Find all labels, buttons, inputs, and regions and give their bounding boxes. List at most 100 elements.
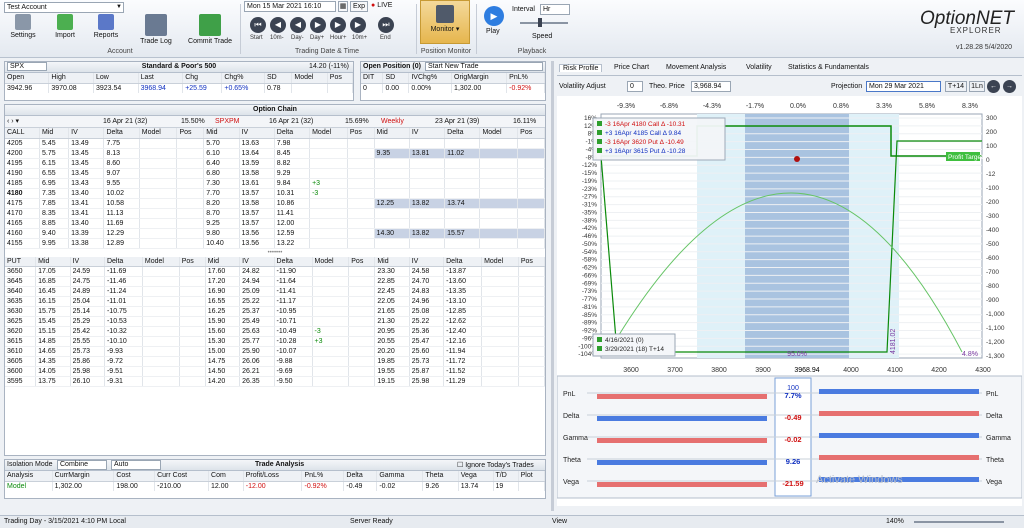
cell: [309, 138, 348, 149]
vol-adjust-label: Volatility Adjust: [559, 83, 606, 90]
cell: [479, 148, 519, 159]
fwd-10m-button[interactable]: ▶: [350, 17, 366, 33]
tab-volatility[interactable]: Volatility: [743, 64, 775, 71]
table-row[interactable]: 4185 6.95 13.43 9.55 7.30 13.61 9.84 +3: [5, 178, 545, 189]
auto-select[interactable]: Auto: [111, 460, 161, 470]
tab-price-chart[interactable]: Price Chart: [611, 64, 652, 71]
live-indicator[interactable]: ● LIVE: [371, 2, 392, 9]
exp-button[interactable]: Exp: [350, 1, 368, 12]
zoom-level: 140%: [886, 518, 904, 525]
table-row[interactable]: 3645 16.85 24.75 -11.46 17.20 24.94 -11.64 22.8…: [5, 276, 546, 287]
table-row[interactable]: 4165 8.85 13.40 11.69 9.25 13.57 12.00: [5, 218, 545, 229]
table-row[interactable]: 3620 15.15 25.42 -10.32 15.60 25.63 -10.49 -3 20…: [5, 326, 546, 337]
cell: [139, 218, 178, 229]
table-row[interactable]: 3615 14.85 25.55 -10.10 15.30 25.77 -10.28 +3 20…: [5, 336, 546, 347]
t14-button[interactable]: T+14: [945, 81, 967, 92]
back-10m-button[interactable]: ◀: [270, 17, 286, 33]
fwd-hour-button[interactable]: ▶: [330, 17, 346, 33]
reports-button[interactable]: Reports: [88, 14, 124, 40]
cell: [518, 366, 546, 377]
calendar-icon[interactable]: ▦: [338, 1, 348, 12]
new-trade-select[interactable]: Start New Trade: [425, 62, 543, 71]
speed-slider[interactable]: [520, 22, 568, 24]
fwd-day-button[interactable]: ▶: [310, 17, 326, 33]
cell: 13.38: [68, 238, 105, 249]
table-row[interactable]: 4155 9.95 13.38 12.89 10.40 13.56 13.22: [5, 238, 545, 249]
vol-adjust-input[interactable]: 0: [627, 81, 643, 92]
tab-movement-analysis[interactable]: Movement Analysis: [663, 64, 729, 71]
table-row[interactable]: 3635 16.15 25.04 -11.01 16.55 25.22 -11.17 22.0…: [5, 296, 546, 307]
table-row[interactable]: 4200 5.75 13.45 8.13 6.10 13.64 8.45 9.35 13.81 1…: [5, 148, 545, 159]
cell: [312, 366, 350, 377]
theo-price-input[interactable]: 3,968.94: [691, 81, 731, 92]
table-row[interactable]: 3605 14.35 25.86 -9.72 14.75 26.06 -9.88 19.85 2…: [5, 356, 546, 367]
table-row[interactable]: 4205 5.45 13.49 7.75 5.70 13.63 7.98: [5, 138, 545, 149]
table-row[interactable]: 3630 15.75 25.14 -10.75 16.25 25.37 -10.95 21.6…: [5, 306, 546, 317]
splitter-handle[interactable]: •••••••: [5, 249, 545, 257]
end-button[interactable]: ⏭: [378, 17, 394, 33]
view-menu[interactable]: View: [552, 516, 567, 528]
oneln-button[interactable]: 1Ln: [969, 81, 985, 92]
exp3-name[interactable]: Weekly: [381, 118, 404, 125]
exp3-label[interactable]: 23 Apr 21 (39): [435, 118, 479, 125]
account-select[interactable]: Test Account ▼: [4, 2, 124, 13]
table-row[interactable]: 4195 6.15 13.45 8.60 6.40 13.59 8.82: [5, 158, 545, 169]
table-row[interactable]: 3625 15.45 25.29 -10.53 15.90 25.49 -10.71 21.3…: [5, 316, 546, 327]
ignore-trades-checkbox[interactable]: ☐ Ignore Today's Trades: [457, 461, 534, 469]
import-button[interactable]: Import: [48, 14, 82, 40]
start-button[interactable]: ⏮: [250, 17, 266, 33]
table-row[interactable]: 3595 13.75 26.10 -9.31 14.20 26.35 -9.50 19.15 2…: [5, 376, 546, 387]
cell: [176, 188, 205, 199]
column-header: SD: [264, 73, 293, 84]
interval-select[interactable]: Hr: [540, 4, 570, 15]
table-row[interactable]: 4175 7.85 13.41 10.58 8.20 13.58 10.86 12.25 13.…: [5, 198, 545, 209]
cell: [142, 326, 180, 337]
play-icon[interactable]: ▶: [484, 6, 504, 26]
back-day-button[interactable]: ◀: [290, 17, 306, 33]
table-row[interactable]: 4190 6.55 13.45 9.07 6.80 13.58 9.29: [5, 168, 545, 179]
tab-statistics[interactable]: Statistics & Fundamentals: [785, 64, 872, 71]
trading-date-input[interactable]: Mon 15 Mar 2021 16:10: [244, 1, 336, 12]
panel-splitter[interactable]: [551, 61, 554, 511]
table-row[interactable]: 3650 17.05 24.59 -11.69 17.60 24.82 -11.90 23.3…: [5, 266, 546, 277]
trade-analysis-title: Trade Analysis: [255, 461, 305, 468]
commit-trade-button[interactable]: Commit Trade: [184, 14, 236, 46]
cell: 25.08: [409, 306, 445, 317]
trade-log-button[interactable]: Trade Log: [136, 14, 176, 46]
table-row[interactable]: 3600 14.05 25.98 -9.51 14.50 26.21 -9.69 19.55 2…: [5, 366, 546, 377]
monitor-button[interactable]: Monitor ▾: [420, 0, 470, 44]
exp2-name[interactable]: SPXPM: [215, 118, 240, 125]
chain-nav-icons[interactable]: ‹ › ▾: [7, 117, 19, 125]
cell: +3: [309, 178, 348, 189]
table-row[interactable]: 3640 16.45 24.89 -11.24 16.90 25.09 -11.41 22.4…: [5, 286, 546, 297]
table-row[interactable]: 3610 14.65 25.73 -9.93 15.00 25.90 -10.07 20.20…: [5, 346, 546, 357]
column-header: Pos: [179, 256, 206, 267]
column-header: Pos: [176, 128, 205, 139]
symbol-input[interactable]: SPX: [7, 62, 47, 71]
table-row[interactable]: 4180 7.35 13.40 10.02 7.70 13.57 10.31 -3: [5, 188, 545, 199]
tab-risk-profile[interactable]: Risk Profile: [559, 64, 603, 72]
exp1-label[interactable]: 16 Apr 21 (32): [103, 118, 147, 125]
settings-button[interactable]: Settings: [6, 14, 40, 40]
cell: 25.49: [239, 316, 275, 327]
back-arrow-icon[interactable]: ←: [987, 80, 1000, 93]
cell: 15.45: [35, 316, 71, 327]
cell: [176, 198, 205, 209]
cell: [139, 238, 178, 249]
greek-label-right: Theta: [986, 457, 1004, 464]
risk-controls: Volatility Adjust 0 Theo. Price 3,968.94…: [557, 80, 1022, 94]
cell: [179, 376, 206, 387]
left-axis-label: -89%: [582, 320, 597, 327]
cell: [517, 138, 545, 149]
cell: [444, 138, 481, 149]
isolation-select[interactable]: Combine: [57, 460, 107, 470]
speed-slider-handle[interactable]: [538, 18, 542, 27]
table-row[interactable]: 4170 8.35 13.41 11.13 8.70 13.57 11.41: [5, 208, 545, 219]
projection-date-input[interactable]: Mon 29 Mar 2021: [866, 81, 941, 92]
zoom-slider[interactable]: [914, 521, 1004, 523]
exp2-label[interactable]: 16 Apr 21 (32): [269, 118, 313, 125]
table-row[interactable]: 4160 9.40 13.39 12.29 9.80 13.56 12.59 14.30 13.…: [5, 228, 545, 239]
cell: 25.22: [409, 316, 445, 327]
cell: [517, 198, 545, 209]
forward-arrow-icon[interactable]: →: [1003, 80, 1016, 93]
